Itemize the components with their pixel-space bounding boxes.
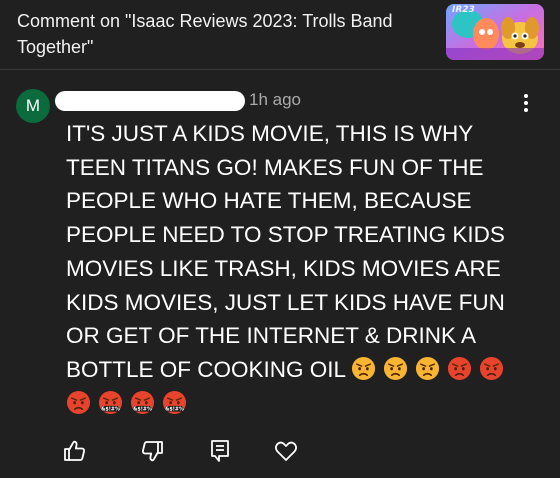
avatar[interactable]: M xyxy=(16,89,50,123)
thumbnail-label: IR23 xyxy=(452,5,475,15)
more-options-icon[interactable] xyxy=(518,92,534,114)
pouting-face-emoji xyxy=(448,357,472,381)
svg-text:&$!#%: &$!#% xyxy=(165,407,184,413)
comment-timestamp: 1h ago xyxy=(249,90,301,109)
angry-face-emoji xyxy=(416,357,440,381)
heart-icon[interactable] xyxy=(273,438,299,464)
cursing-face-emoji: &$!#% xyxy=(130,391,155,415)
reply-icon[interactable] xyxy=(207,438,233,464)
comment-body: IT'S JUST A KIDS MOVIE, THIS IS WHY TEEN… xyxy=(66,117,536,420)
angry-face-emoji xyxy=(352,357,376,381)
thumbs-up-icon[interactable] xyxy=(62,438,88,464)
redacted-username xyxy=(55,91,245,111)
thumbs-down-icon[interactable] xyxy=(139,438,165,464)
pouting-face-emoji xyxy=(480,357,504,381)
comment-text: IT'S JUST A KIDS MOVIE, THIS IS WHY TEEN… xyxy=(66,121,505,382)
angry-face-emoji xyxy=(384,357,408,381)
video-thumbnail[interactable]: IR23 xyxy=(446,4,544,60)
page-header: Comment on "Isaac Reviews 2023: Trolls B… xyxy=(0,0,560,70)
cursing-face-emoji: &$!#% xyxy=(98,391,123,415)
page-title: Comment on "Isaac Reviews 2023: Trolls B… xyxy=(17,11,393,57)
pouting-face-emoji xyxy=(66,391,91,415)
cursing-face-emoji: &$!#% xyxy=(162,391,187,415)
avatar-letter: M xyxy=(25,96,41,115)
svg-text:&$!#%: &$!#% xyxy=(101,407,120,413)
svg-text:&$!#%: &$!#% xyxy=(133,407,152,413)
comment-actions xyxy=(0,430,560,470)
